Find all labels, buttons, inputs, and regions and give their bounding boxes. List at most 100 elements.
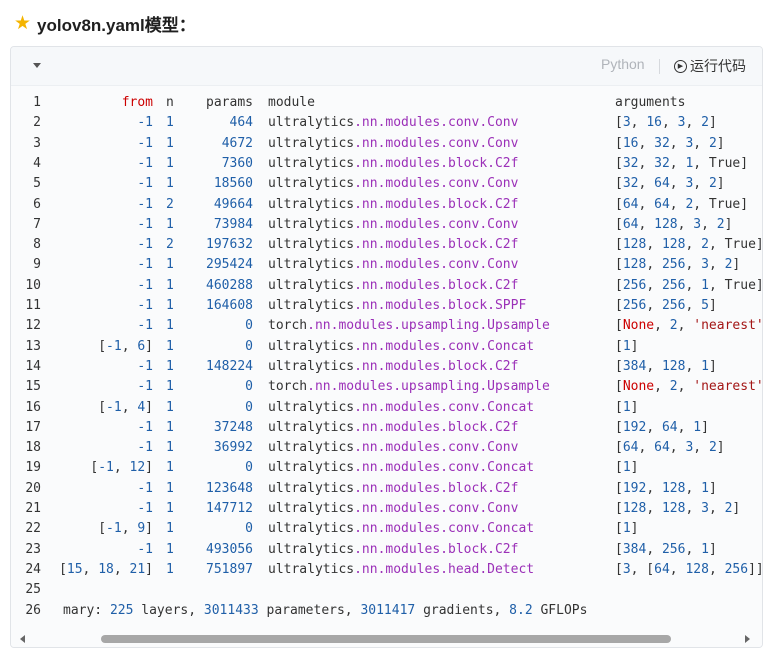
cell-arguments: [3, 16, 3, 2] — [615, 113, 717, 133]
line-number: 2 — [33, 115, 41, 131]
module-class: C2f — [494, 541, 519, 557]
code-line: -1 1 295424 ultralytics.nn.modules.conv.Con… — [61, 255, 762, 275]
argument-token: 2 — [669, 318, 678, 334]
cell-arguments: [128, 256, 3, 2] — [615, 255, 740, 275]
code-line: -1 1 147712 ultralytics.nn.modules.conv.Con… — [61, 499, 762, 519]
scroll-right-arrow-icon[interactable] — [745, 635, 750, 643]
argument-token: , — [646, 277, 662, 293]
line-number: 16 — [25, 399, 41, 415]
code-line: [-1, 6] 1 0 ultralytics.nn.modules.conv.Con… — [61, 337, 762, 357]
code-line: -1 1 148224 ultralytics.nn.modules.block.C2… — [61, 357, 762, 377]
cell-arguments: [256, 256, 5] — [615, 296, 717, 316]
cell-module: ultralytics.nn.modules.conv.Conv — [268, 174, 518, 194]
argument-token: 16 — [622, 135, 639, 151]
module-path: .nn.modules.head. — [354, 561, 488, 577]
argument-token: , True] — [708, 277, 762, 293]
argument-token: ] — [630, 521, 639, 537]
argument-token: [ — [615, 196, 623, 212]
module-path: .nn.modules.upsampling. — [307, 318, 488, 334]
cell-params: 36992 — [213, 440, 253, 456]
cell-params: 147712 — [206, 501, 253, 516]
code-line: -1 2 197632 ultralytics.nn.modules.block.C2… — [61, 235, 762, 255]
argument-token: 64 — [654, 440, 670, 456]
summary-token: layers, — [133, 602, 204, 618]
module-class: Conv — [487, 176, 519, 192]
module-root: ultralytics — [268, 135, 355, 151]
argument-token: 2 — [708, 176, 717, 192]
argument-token: 'nearest' — [693, 379, 762, 395]
line-number: 6 — [33, 196, 41, 212]
cell-params: 460288 — [206, 277, 253, 293]
argument-token: , — [708, 501, 725, 516]
argument-token: [ — [615, 216, 623, 232]
cell-params: 164608 — [206, 298, 253, 313]
code-line: -1 1 18560 ultralytics.nn.modules.conv.Conv… — [61, 174, 762, 194]
module-root: ultralytics — [268, 501, 355, 516]
module-class: Concat — [487, 460, 535, 476]
cell-module: ultralytics.nn.modules.block.C2f — [268, 357, 518, 377]
argument-token: 3 — [701, 501, 709, 516]
module-root: ultralytics — [268, 298, 355, 313]
argument-token: , — [701, 216, 717, 232]
cell-module: ultralytics.nn.modules.head.Detect — [268, 560, 534, 580]
argument-token: 1 — [701, 541, 709, 557]
cell-module: ultralytics.nn.modules.block.C2f — [268, 154, 518, 174]
argument-token: , — [677, 419, 694, 435]
line-number: 13 — [25, 338, 41, 354]
cell-params: 73984 — [213, 216, 253, 232]
module-path: .nn.modules.block. — [354, 155, 495, 171]
argument-token: 32 — [622, 155, 639, 171]
argument-token: , — [685, 501, 702, 516]
cell-module: ultralytics.nn.modules.block.C2f — [268, 235, 518, 255]
argument-token: , True] — [693, 155, 749, 171]
code-line: -1 1 7360 ultralytics.nn.modules.block.C2f[… — [61, 154, 762, 174]
cell-arguments: [1] — [615, 398, 638, 418]
module-path: .nn.modules.block. — [354, 298, 495, 313]
scroll-left-arrow-icon[interactable] — [20, 635, 25, 643]
argument-token: , — [685, 277, 702, 293]
argument-token: [ — [615, 318, 623, 334]
argument-token: ] — [630, 338, 639, 354]
line-number: 5 — [33, 176, 41, 192]
cell-module: ultralytics.nn.modules.block.C2f — [268, 479, 518, 499]
summary-token: parameters, — [258, 602, 361, 618]
argument-token: 'nearest' — [693, 318, 762, 334]
argument-token: [ — [615, 257, 623, 273]
argument-token: , — [646, 257, 662, 273]
scrollbar-thumb[interactable] — [101, 635, 671, 643]
argument-token: 128 — [661, 237, 686, 253]
code-block: Python ▶ 运行代码 1 2 3 4 5 6 7 8 9 10 11 12 13 14 15 16 17 1… — [10, 46, 763, 648]
code-line: -1 1 460288 ultralytics.nn.modules.block.C2… — [61, 276, 762, 296]
module-class: C2f — [494, 155, 519, 171]
line-number: 15 — [25, 379, 41, 395]
code-line: -1 1 464 ultralytics.nn.modules.conv.Conv [3… — [61, 113, 762, 133]
argument-token: , — [646, 501, 662, 516]
argument-token: None — [622, 379, 655, 395]
run-code-button[interactable]: ▶ 运行代码 — [674, 56, 746, 76]
collapse-icon[interactable] — [33, 63, 41, 68]
module-path: .nn.modules.conv. — [354, 176, 488, 192]
line-number: 7 — [33, 216, 41, 232]
argument-token: , — [630, 115, 647, 131]
horizontal-scrollbar[interactable] — [11, 631, 762, 647]
module-root: ultralytics — [268, 541, 355, 557]
module-class: Conv — [487, 257, 519, 273]
cell-arguments: [384, 128, 1] — [615, 357, 717, 377]
code-line: -1 1 123648 ultralytics.nn.modules.block.C2… — [61, 479, 762, 499]
module-root: ultralytics — [268, 237, 355, 253]
cell-module: ultralytics.nn.modules.conv.Concat — [268, 519, 534, 539]
argument-token: 128 — [622, 501, 647, 516]
argument-token: [ — [615, 115, 623, 131]
module-root: ultralytics — [268, 257, 355, 273]
line-number: 17 — [25, 419, 41, 435]
module-root: ultralytics — [268, 561, 355, 577]
code-line: -1 1 0 torch.nn.modules.upsampling.Upsample… — [61, 316, 762, 336]
module-root: ultralytics — [268, 216, 355, 232]
cell-arguments: [1] — [615, 337, 638, 357]
cell-arguments: [192, 64, 1] — [615, 418, 709, 438]
argument-token: , — [677, 379, 694, 395]
argument-token: 192 — [622, 480, 647, 496]
cell-params: 0 — [245, 318, 253, 334]
code-header-line: from n params module arguments — [61, 93, 762, 113]
header-arguments: arguments — [615, 95, 686, 110]
